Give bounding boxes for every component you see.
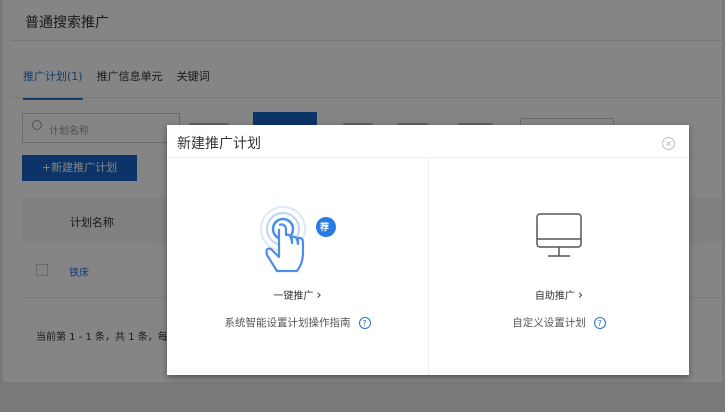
monitor-icon [429,199,689,279]
option-description: 系统智能设置计划操作指南 [224,317,351,329]
help-icon[interactable]: ? [593,317,606,329]
chevron-right-icon: › [577,288,584,303]
close-icon[interactable]: × [662,137,675,150]
recommended-badge: 荐 [320,223,330,233]
option-label: 一键推广 [273,291,314,302]
help-icon[interactable]: ? [358,317,371,329]
one-click-option[interactable]: 荐 一键推广 › 系统智能设置计划操作指南? [167,159,428,375]
tap-hand-icon: 荐 [167,199,428,279]
dialog-title: 新建推广计划 [167,125,689,158]
new-plan-dialog: 新建推广计划 × 荐 一键推广› 系统智能设置计划操作指南? 自助推广› 自 [167,125,689,375]
self-service-option[interactable]: 自助推广 › 自定义设置计划? [428,159,689,375]
option-label: 自助推广 [534,291,575,302]
option-description: 自定义设置计划 [512,317,586,329]
chevron-right-icon: › [316,288,322,303]
